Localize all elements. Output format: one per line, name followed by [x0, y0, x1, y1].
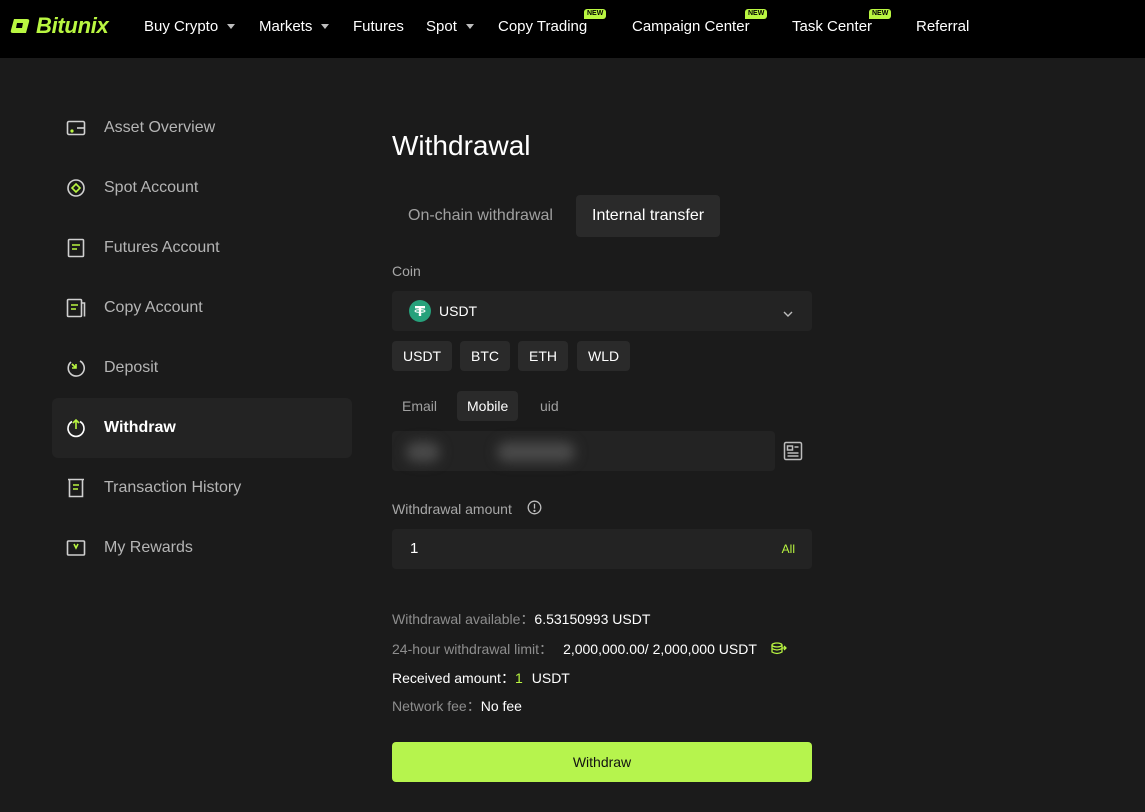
new-badge: NEW	[584, 9, 607, 19]
received-amount-row: Received amount：1 USDT	[392, 668, 570, 688]
nav-spot[interactable]: Spot	[426, 18, 474, 35]
caret-down-icon	[465, 24, 474, 29]
sidebar-item-copy-account[interactable]: Copy Account	[52, 278, 352, 338]
new-badge: NEW	[869, 9, 892, 19]
receipt-icon	[66, 478, 86, 498]
nav-label: Buy Crypto	[144, 18, 219, 35]
nav-label: Markets	[259, 18, 313, 35]
sidebar-label: Copy Account	[104, 299, 203, 316]
withdrawal-amount-label: Withdrawal amount	[392, 501, 512, 517]
nav-copy-trading[interactable]: Copy Trading NEW	[498, 9, 607, 35]
wallet-icon	[66, 118, 86, 138]
sidebar-item-asset-overview[interactable]: Asset Overview	[52, 98, 352, 158]
sidebar-label: My Rewards	[104, 539, 193, 556]
sidebar-item-futures-account[interactable]: Futures Account	[52, 218, 352, 278]
network-fee-row: Network fee：No fee	[392, 696, 522, 716]
nav-task-center[interactable]: Task Center NEW	[792, 9, 892, 35]
quick-coin-usdt[interactable]: USDT	[392, 341, 453, 371]
sidebar-label: Deposit	[104, 359, 159, 376]
nav-label: Referral	[916, 18, 970, 35]
nav-label: Task Center	[792, 18, 873, 35]
sidebar-item-my-rewards[interactable]: My Rewards	[52, 518, 352, 578]
recipient-tab-email[interactable]: Email	[392, 391, 447, 421]
nav-campaign-center[interactable]: Campaign Center NEW	[632, 9, 768, 35]
chevron-down-icon	[782, 305, 794, 323]
futures-icon	[66, 238, 86, 258]
brand-logo[interactable]: Bitunix	[10, 12, 109, 40]
sidebar-label: Spot Account	[104, 179, 199, 196]
top-nav: Bitunix Buy Crypto Markets Futures Spot …	[0, 0, 1145, 58]
limit-upgrade-icon[interactable]	[770, 642, 787, 659]
withdrawal-amount-input[interactable]: 1 All	[392, 529, 812, 569]
info-icon[interactable]	[527, 500, 542, 520]
withdrawal-available-label: Withdrawal available：	[392, 611, 535, 627]
withdraw-icon	[66, 418, 86, 438]
network-fee-label: Network fee：	[392, 698, 481, 714]
copy-icon	[66, 298, 86, 318]
received-amount-label: Received amount：	[392, 670, 515, 686]
page-title: Withdrawal	[392, 130, 531, 161]
nav-label: Futures	[353, 18, 404, 35]
sidebar-item-transaction-history[interactable]: Transaction History	[52, 458, 352, 518]
nav-futures[interactable]: Futures	[353, 18, 404, 35]
recipient-tab-mobile[interactable]: Mobile	[457, 391, 519, 421]
deposit-icon	[66, 358, 86, 378]
withdrawal-available-value: 6.53150993 USDT	[534, 611, 651, 627]
received-amount-unit: USDT	[531, 670, 570, 686]
nav-label: Spot	[426, 18, 457, 35]
address-book-icon[interactable]	[783, 441, 803, 466]
nav-label: Campaign Center	[632, 18, 750, 35]
redacted-phone-number	[497, 442, 575, 462]
brand-name: Bitunix	[36, 13, 109, 38]
nav-markets[interactable]: Markets	[259, 18, 330, 35]
received-amount-value: 1	[514, 670, 523, 686]
quick-coin-eth[interactable]: ETH	[518, 341, 568, 371]
coin-label: Coin	[392, 263, 421, 279]
redacted-country-code	[406, 442, 440, 462]
withdrawal-limit-label: 24-hour withdrawal limit：	[392, 641, 554, 657]
quick-coin-btc[interactable]: BTC	[460, 341, 510, 371]
sidebar-label: Withdraw	[104, 419, 176, 436]
tab-internal-transfer[interactable]: Internal transfer	[576, 195, 721, 237]
sidebar-label: Futures Account	[104, 239, 220, 256]
recipient-input[interactable]	[392, 431, 775, 471]
caret-down-icon	[227, 24, 236, 29]
logo-mark-icon	[10, 17, 30, 35]
sidebar-label: Asset Overview	[104, 119, 216, 136]
spot-icon	[66, 178, 86, 198]
coin-select[interactable]: USDT	[392, 291, 812, 331]
quick-coin-wld[interactable]: WLD	[577, 341, 631, 371]
all-button[interactable]: All	[782, 542, 795, 556]
amount-value: 1	[410, 540, 419, 557]
recipient-tab-uid[interactable]: uid	[530, 391, 569, 421]
withdrawal-available-row: Withdrawal available：6.53150993 USDT	[392, 609, 650, 629]
nav-buy-crypto[interactable]: Buy Crypto	[144, 18, 236, 35]
sidebar-item-spot-account[interactable]: Spot Account	[52, 158, 352, 218]
withdraw-button[interactable]: Withdraw	[392, 742, 812, 782]
nav-referral[interactable]: Referral	[916, 18, 969, 35]
withdrawal-limit-row: 24-hour withdrawal limit： 2,000,000.00/ 2…	[392, 639, 787, 659]
nav-label: Copy Trading	[498, 18, 588, 35]
network-fee-value: No fee	[480, 698, 522, 714]
sidebar-label: Transaction History	[104, 479, 242, 496]
sidebar-item-deposit[interactable]: Deposit	[52, 338, 352, 398]
rewards-icon	[66, 538, 86, 558]
withdrawal-limit-value: 2,000,000.00/ 2,000,000 USDT	[563, 641, 757, 657]
tether-icon	[409, 300, 431, 322]
new-badge: NEW	[745, 9, 768, 19]
sidebar-item-withdraw[interactable]: Withdraw	[52, 398, 352, 458]
caret-down-icon	[321, 24, 330, 29]
tab-on-chain-withdrawal[interactable]: On-chain withdrawal	[392, 195, 569, 237]
selected-coin: USDT	[439, 303, 478, 319]
